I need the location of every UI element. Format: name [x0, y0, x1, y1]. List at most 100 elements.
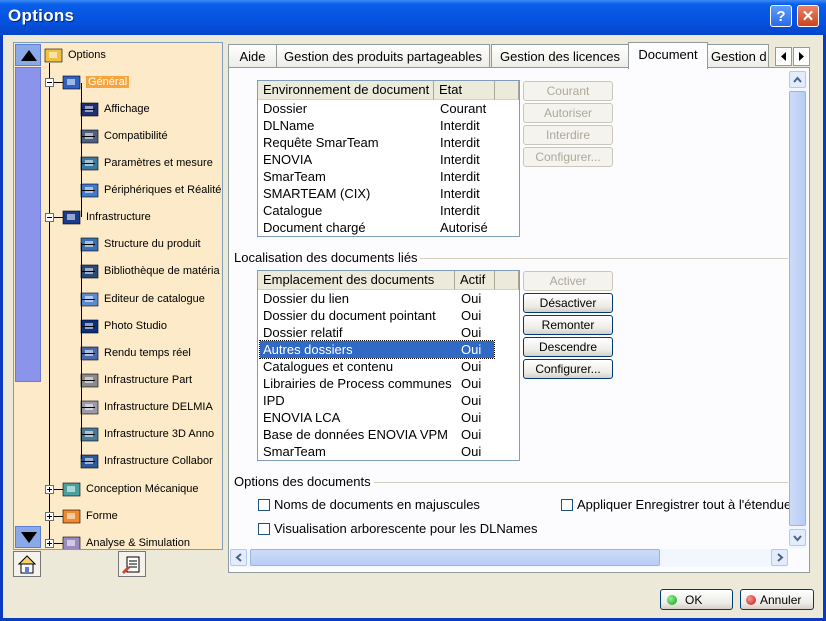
panel-scroll-right-button[interactable] — [771, 549, 788, 566]
tree-item[interactable]: Editeur de catalogue — [80, 289, 205, 309]
current-button[interactable]: Courant — [523, 81, 613, 101]
list-item[interactable]: Dossier du document pointant Oui — [258, 307, 519, 324]
tree-scroll-up-button[interactable] — [15, 44, 41, 66]
list-item[interactable]: SmarTeam Interdit — [258, 168, 519, 185]
linked-documents-group-label: Localisation des documents liés — [234, 250, 418, 265]
list-item[interactable]: Librairies de Process communes Oui — [258, 375, 519, 392]
apply-save-all-label: Appliquer Enregistrer tout à l'étendue — [577, 497, 792, 512]
configure-linked-button[interactable]: Configurer... — [523, 359, 613, 379]
tree-item-label: Compatibilité — [104, 130, 168, 142]
tab-document[interactable]: Document — [628, 42, 708, 69]
configure-env-button[interactable]: Configurer... — [523, 147, 613, 167]
tree-item[interactable]: Général — [62, 72, 130, 92]
tree-scrollbar[interactable] — [14, 43, 42, 549]
column-header-state[interactable]: Etat — [434, 81, 495, 100]
tab-gestion-d[interactable]: Gestion d — [707, 44, 769, 68]
tab-aide[interactable]: Aide — [228, 44, 277, 68]
ok-button[interactable]: OK — [660, 589, 733, 610]
list-item[interactable]: IPD Oui — [258, 392, 519, 409]
column-header-location[interactable]: Emplacement des documents — [258, 271, 455, 290]
checkbox-box[interactable] — [258, 522, 270, 535]
tree-scroll-down-button[interactable] — [15, 526, 41, 548]
tree-item[interactable]: Paramètres et mesure — [80, 153, 213, 173]
tree-item[interactable]: Infrastructure — [62, 207, 151, 227]
list-item[interactable]: Document chargé Autorisé — [258, 219, 519, 236]
activate-button[interactable]: Activer — [523, 271, 613, 291]
infrastructure-icon — [62, 209, 82, 226]
cancel-button[interactable]: Annuler — [740, 589, 814, 610]
list-item[interactable]: Catalogue Interdit — [258, 202, 519, 219]
tree-scroll-thumb[interactable] — [15, 67, 41, 382]
tree-item[interactable]: Infrastructure 3D Anno — [80, 424, 214, 444]
forbid-button[interactable]: Interdire — [523, 125, 613, 145]
tree-item[interactable]: Rendu temps réel — [80, 343, 191, 363]
title-bar[interactable]: Options ? ✕ — [0, 0, 826, 35]
uppercase-names-checkbox[interactable]: Noms de documents en majuscules — [258, 497, 480, 512]
close-button[interactable]: ✕ — [797, 5, 819, 27]
list-item[interactable]: Requête SmarTeam Interdit — [258, 134, 519, 151]
apply-save-all-checkbox[interactable]: Appliquer Enregistrer tout à l'étendue — [561, 497, 791, 512]
panel-scroll-left-button[interactable] — [230, 549, 247, 566]
tab-gestion-des-licences[interactable]: Gestion des licences — [491, 44, 629, 68]
tab-scroll-right-button[interactable] — [793, 47, 810, 66]
panel-scroll-up-button[interactable] — [789, 71, 806, 88]
panel-vscroll-thumb[interactable] — [789, 91, 806, 526]
list-item[interactable]: SmarTeam Oui — [258, 443, 519, 460]
tree-item[interactable]: Conception Mécanique — [62, 479, 199, 499]
list-item[interactable]: ENOVIA LCA Oui — [258, 409, 519, 426]
deactivate-button[interactable]: Désactiver — [523, 293, 613, 313]
env-state-cell: Interdit — [440, 186, 480, 201]
list-item[interactable]: ENOVIA Interdit — [258, 151, 519, 168]
allow-button[interactable]: Autoriser — [523, 103, 613, 123]
checkbox-box[interactable] — [561, 498, 573, 511]
options-tree[interactable]: Options Général Affichage Compatibilité Para… — [13, 42, 223, 550]
list-item[interactable]: Catalogues et contenu Oui — [258, 358, 519, 375]
expand-icon[interactable] — [45, 485, 54, 494]
list-item[interactable]: Dossier Courant — [258, 100, 519, 117]
move-down-button[interactable]: Descendre — [523, 337, 613, 357]
list-item[interactable]: Autres dossiers Oui — [259, 340, 495, 359]
list-item[interactable]: SMARTEAM (CIX) Interdit — [258, 185, 519, 202]
list-item[interactable]: Base de données ENOVIA VPM Oui — [258, 426, 519, 443]
tree-item[interactable]: Infrastructure DELMIA — [80, 397, 213, 417]
active-cell: Oui — [461, 359, 482, 374]
tree-item[interactable]: Infrastructure Collabor — [80, 451, 213, 471]
panel-horizontal-scrollbar[interactable] — [230, 549, 788, 567]
tree-view-dlnames-checkbox[interactable]: Visualisation arborescente pour les DLNa… — [258, 521, 538, 536]
move-up-button[interactable]: Remonter — [523, 315, 613, 335]
panel-scroll-down-button[interactable] — [789, 529, 806, 546]
document-environment-list[interactable]: Environnement de document Etat Dossier Co… — [257, 80, 520, 237]
env-name-cell: ENOVIA — [263, 152, 313, 167]
home-button[interactable] — [13, 551, 41, 577]
analysis-icon — [62, 535, 82, 549]
tree-item[interactable]: Analyse & Simulation — [62, 533, 190, 549]
tree-item[interactable]: Périphériques et Réalité — [80, 180, 221, 200]
column-header-environment[interactable]: Environnement de document — [258, 81, 434, 100]
list-item[interactable]: DLName Interdit — [258, 117, 519, 134]
list-item[interactable]: Dossier relatif Oui — [258, 324, 519, 341]
help-button[interactable]: ? — [770, 5, 792, 27]
tree-item[interactable]: Forme — [62, 506, 118, 526]
tab-gestion-des-produits-partageables[interactable]: Gestion des produits partageables — [276, 44, 490, 68]
panel-vertical-scrollbar[interactable] — [789, 71, 807, 549]
env-name-cell: SmarTeam — [263, 169, 326, 184]
expand-icon[interactable] — [45, 512, 54, 521]
active-cell: Oui — [461, 342, 482, 357]
collapse-icon[interactable] — [45, 78, 54, 87]
tab-scroll-left-button[interactable] — [775, 47, 792, 66]
tree-item[interactable]: Bibliothèque de matéria — [80, 261, 220, 281]
collapse-icon[interactable] — [45, 213, 54, 222]
tree-item[interactable]: Options — [44, 45, 106, 65]
linked-documents-list[interactable]: Emplacement des documents Actif Dossier … — [257, 270, 520, 461]
tree-tools-button[interactable] — [118, 551, 146, 577]
arrow-right-icon — [799, 52, 804, 61]
expand-icon[interactable] — [45, 539, 54, 548]
panel-hscroll-thumb[interactable] — [250, 549, 660, 566]
checkbox-box[interactable] — [258, 498, 270, 511]
green-dot-icon — [667, 594, 677, 605]
column-header-active[interactable]: Actif — [455, 271, 495, 290]
tree-item[interactable]: Structure du produit — [80, 234, 201, 254]
tree-item[interactable]: Infrastructure Part — [80, 370, 192, 390]
location-cell: ENOVIA LCA — [263, 410, 341, 425]
list-item[interactable]: Dossier du lien Oui — [258, 290, 519, 307]
